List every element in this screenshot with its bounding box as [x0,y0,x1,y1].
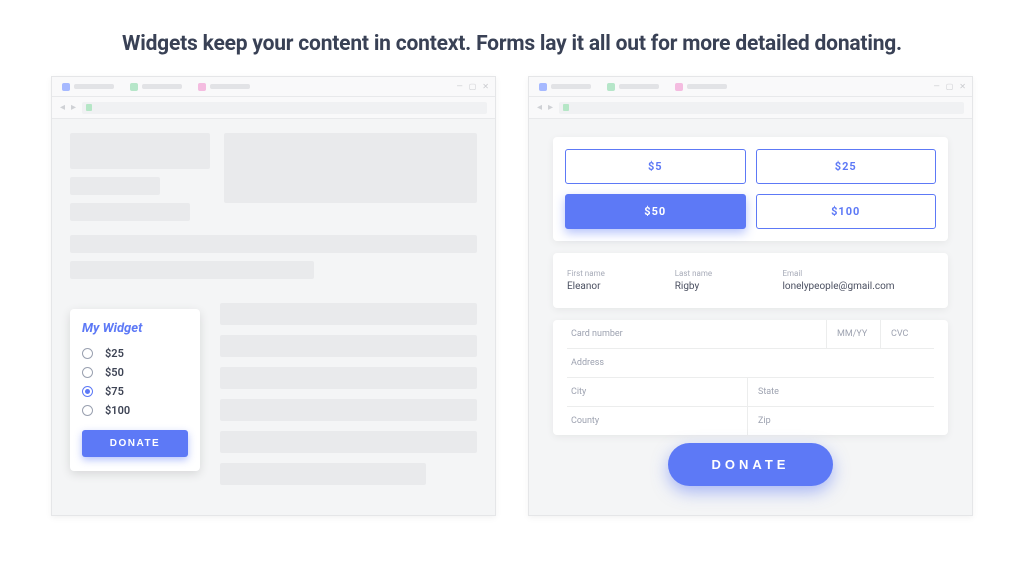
maximize-icon: ▢ [469,82,477,91]
browser-tab [535,81,595,93]
lock-icon [86,104,92,111]
window-controls: — ▢ ✕ [456,82,489,91]
cvc-input[interactable]: CVC [880,320,934,348]
back-icon: ◂ [537,102,542,113]
field-value: Rigby [675,281,765,292]
zip-input[interactable]: Zip [747,407,934,435]
headline: Widgets keep your content in context. Fo… [0,0,1024,76]
lock-icon [563,104,569,111]
form-browser-mock: — ▢ ✕ ◂ ▸ $5 $25 $50 $100 [528,76,973,516]
forward-icon: ▸ [71,102,76,113]
field-value: Eleanor [567,281,657,292]
amount-option[interactable]: $50 [82,363,188,382]
close-icon: ✕ [959,82,966,91]
amount-label: $50 [105,366,124,379]
browser-tab [671,81,731,93]
amount-option[interactable]: $25 [82,344,188,363]
form-donate-button[interactable]: DONATE [668,443,834,486]
donation-widget: My Widget $25 $50 $75 $100 DONATE [70,309,200,471]
amount-card: $5 $25 $50 $100 [553,137,948,241]
last-name-field[interactable]: Last name Rigby [665,263,773,298]
email-field[interactable]: Email lonelypeople@gmail.com [772,263,934,298]
card-number-input[interactable]: Card number [567,320,826,348]
address-input[interactable]: Address [567,349,934,377]
tab-strip: — ▢ ✕ [52,77,495,97]
state-input[interactable]: State [747,378,934,406]
minimize-icon: — [933,82,939,91]
county-input[interactable]: County [567,407,747,435]
back-icon: ◂ [60,102,65,113]
amount-button[interactable]: $25 [756,149,937,184]
maximize-icon: ▢ [946,82,954,91]
payment-card: Card number MM/YY CVC Address City State… [553,320,948,435]
amount-option[interactable]: $100 [82,401,188,420]
amount-label: $25 [105,347,124,360]
widget-title: My Widget [82,321,188,336]
field-value: lonelypeople@gmail.com [782,281,926,292]
amount-button[interactable]: $50 [565,194,746,229]
forward-icon: ▸ [548,102,553,113]
amount-button[interactable]: $100 [756,194,937,229]
minimize-icon: — [456,82,462,91]
url-bar: ◂ ▸ [52,97,495,119]
radio-icon [82,405,93,416]
first-name-field[interactable]: First name Eleanor [567,263,665,298]
city-input[interactable]: City [567,378,747,406]
amount-label: $75 [105,385,124,398]
amount-option[interactable]: $75 [82,382,188,401]
amount-label: $100 [105,404,130,417]
expiry-input[interactable]: MM/YY [826,320,880,348]
url-input [559,102,964,114]
amount-button[interactable]: $5 [565,149,746,184]
widget-browser-mock: — ▢ ✕ ◂ ▸ My Widget [51,76,496,516]
radio-icon [82,348,93,359]
radio-icon [82,386,93,397]
contact-card: First name Eleanor Last name Rigby Email… [553,253,948,308]
field-label: Last name [675,269,765,278]
browser-tab [194,81,254,93]
close-icon: ✕ [482,82,489,91]
field-label: First name [567,269,657,278]
field-label: Email [782,269,926,278]
widget-donate-button[interactable]: DONATE [82,430,188,457]
comparison-panels: — ▢ ✕ ◂ ▸ My Widget [0,76,1024,516]
url-bar: ◂ ▸ [529,97,972,119]
browser-tab [58,81,118,93]
radio-icon [82,367,93,378]
browser-tab [126,81,186,93]
url-input [82,102,487,114]
tab-strip: — ▢ ✕ [529,77,972,97]
browser-tab [603,81,663,93]
window-controls: — ▢ ✕ [933,82,966,91]
